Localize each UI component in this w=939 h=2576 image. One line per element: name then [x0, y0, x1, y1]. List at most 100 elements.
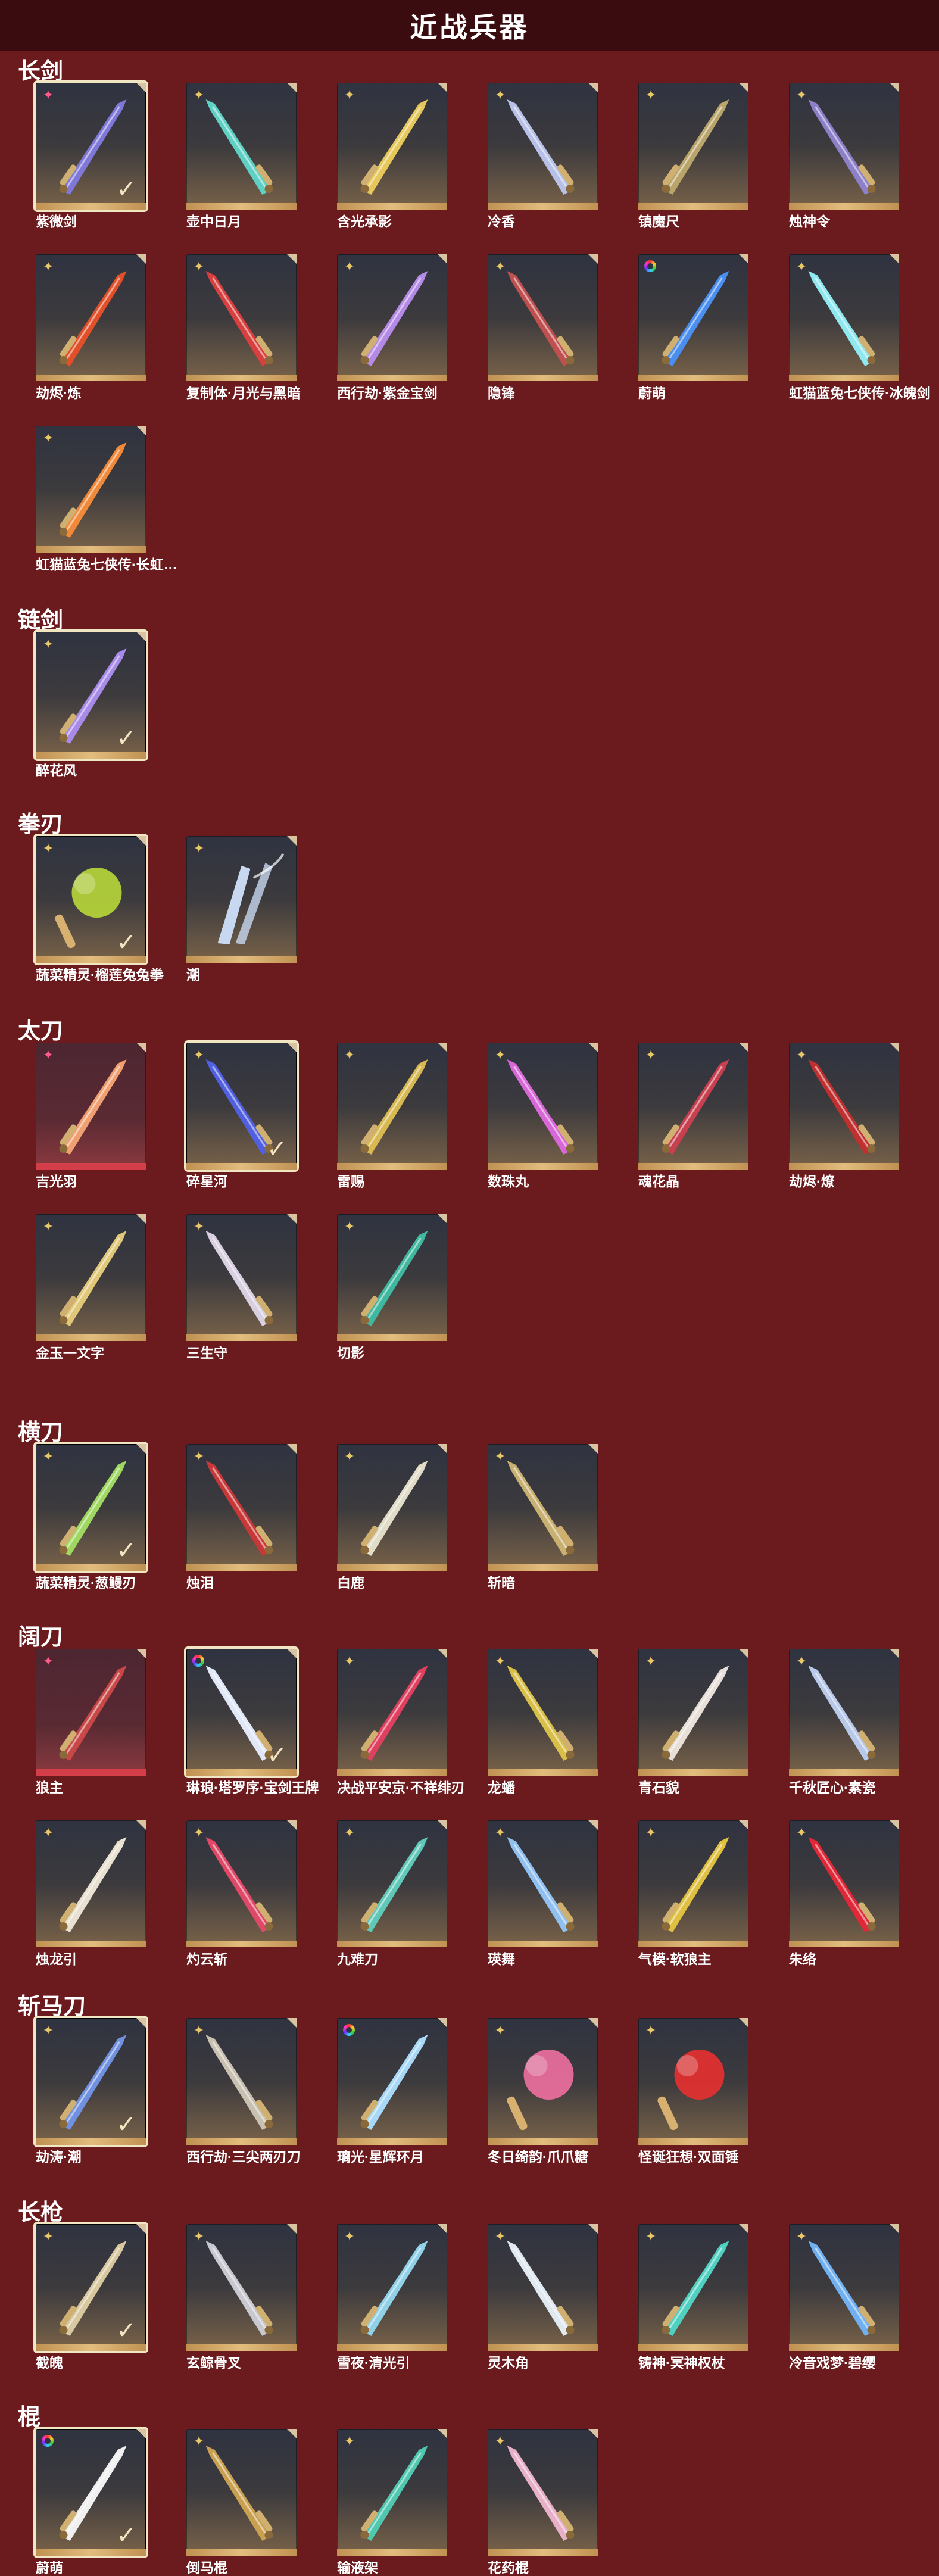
weapon-card[interactable]: ✦ [789, 1820, 899, 1947]
weapon-card[interactable]: ✦ [186, 1444, 297, 1571]
weapon-card[interactable]: ✦ [36, 1214, 146, 1341]
weapon-item[interactable]: ✦ 隐锋 [488, 254, 604, 401]
weapon-item[interactable]: ✦ 含光承影 [337, 83, 453, 230]
weapon-item[interactable]: ✦ 镇魔尺 [638, 83, 754, 230]
weapon-item[interactable]: ✦ 铸神·冥神权杖 [638, 2224, 754, 2371]
weapon-item[interactable]: ✦ 吉光羽 [36, 1043, 152, 1190]
weapon-item[interactable]: 蔚萌 [638, 254, 754, 401]
weapon-item[interactable]: ✦ 数珠丸 [488, 1043, 604, 1190]
weapon-card[interactable]: ✦ [638, 1820, 748, 1947]
weapon-card[interactable]: ✦ [337, 1649, 447, 1776]
weapon-card[interactable]: ✦ [186, 836, 297, 963]
weapon-card[interactable]: ✦ [638, 2224, 748, 2351]
weapon-item[interactable]: ✦ 怪诞狂想·双面锤 [638, 2018, 754, 2165]
weapon-card[interactable]: ✦ ✓ [36, 83, 146, 210]
weapon-item[interactable]: ✦ 瑛舞 [488, 1820, 604, 1967]
weapon-card[interactable]: ✦ [337, 1820, 447, 1947]
weapon-item[interactable]: ✦ 千秋匠心·素瓷 [789, 1649, 905, 1796]
weapon-item[interactable]: ✦ 决战平安京·不祥绯刃 [337, 1649, 465, 1796]
weapon-card[interactable]: ✦ [186, 1214, 297, 1341]
weapon-card[interactable]: ✦ [36, 254, 146, 381]
weapon-item[interactable]: ✦ 潮 [186, 836, 302, 983]
weapon-card[interactable]: ✦ [186, 2429, 297, 2556]
weapon-item[interactable]: ✦ 烛泪 [186, 1444, 302, 1591]
weapon-card[interactable]: ✦ [488, 2429, 598, 2556]
weapon-item[interactable]: ✦ 烛龙引 [36, 1820, 152, 1967]
weapon-card[interactable]: ✦ [36, 1820, 146, 1947]
weapon-item[interactable]: 璃光·星辉环月 [337, 2018, 453, 2165]
weapon-card[interactable]: ✦ [337, 83, 447, 210]
weapon-card[interactable] [337, 2018, 447, 2145]
weapon-item[interactable]: ✦ 西行劫·三尖两刃刀 [186, 2018, 302, 2165]
weapon-item[interactable]: ✦ 狼主 [36, 1649, 152, 1796]
weapon-card[interactable]: ✦ ✓ [186, 1043, 297, 1170]
weapon-card[interactable]: ✦ [638, 2018, 748, 2145]
weapon-item[interactable]: ✦ 虹猫蓝兔七侠传·冰魄剑 [789, 254, 931, 401]
weapon-item[interactable]: ✦ 金玉一文字 [36, 1214, 152, 1361]
weapon-item[interactable]: ✦ 冷音戏梦·碧缨 [789, 2224, 905, 2371]
weapon-item[interactable]: ✦ 雪夜·清光引 [337, 2224, 453, 2371]
weapon-card[interactable]: ✦ ✓ [36, 632, 146, 759]
weapon-card[interactable]: ✦ [36, 1649, 146, 1776]
weapon-card[interactable]: ✦ [337, 254, 447, 381]
weapon-card[interactable]: ✦ ✓ [36, 2224, 146, 2351]
weapon-card[interactable]: ✦ [337, 1214, 447, 1341]
weapon-item[interactable]: ✦ ✓ 醉花风 [36, 632, 152, 779]
weapon-item[interactable]: ✦ ✓ 截魄 [36, 2224, 152, 2371]
weapon-card[interactable]: ✦ [186, 2224, 297, 2351]
weapon-item[interactable]: ✦ 气模·软狼主 [638, 1820, 754, 1967]
weapon-card[interactable]: ✦ [488, 254, 598, 381]
weapon-card[interactable]: ✦ [638, 1649, 748, 1776]
weapon-card[interactable] [638, 254, 748, 381]
weapon-card[interactable]: ✦ [789, 83, 899, 210]
weapon-item[interactable]: ✦ 虹猫蓝兔七侠传·长虹… [36, 426, 177, 573]
weapon-item[interactable]: ✦ 灼云斩 [186, 1820, 302, 1967]
weapon-card[interactable]: ✦ [789, 254, 899, 381]
weapon-item[interactable]: ✦ 烛神令 [789, 83, 905, 230]
weapon-item[interactable]: ✦ 青石貌 [638, 1649, 754, 1796]
weapon-item[interactable]: ✦ 玄鲸骨叉 [186, 2224, 302, 2371]
weapon-item[interactable]: ✦ 花药棍 [488, 2429, 604, 2576]
weapon-item[interactable]: ✦ ✓ 蔬菜精灵·葱鳗刃 [36, 1444, 152, 1591]
weapon-item[interactable]: ✦ 切影 [337, 1214, 453, 1361]
weapon-card[interactable]: ✦ [337, 1043, 447, 1170]
weapon-card[interactable]: ✦ [488, 2224, 598, 2351]
weapon-item[interactable]: ✦ 雷赐 [337, 1043, 453, 1190]
weapon-item[interactable]: ✦ 劫烬·炼 [36, 254, 152, 401]
weapon-item[interactable]: ✦ 壶中日月 [186, 83, 302, 230]
weapon-card[interactable]: ✦ [36, 426, 146, 553]
weapon-card[interactable]: ✦ [789, 2224, 899, 2351]
weapon-item[interactable]: ✦ 西行劫·紫金宝剑 [337, 254, 453, 401]
weapon-card[interactable]: ✦ ✓ [36, 2018, 146, 2145]
weapon-card[interactable]: ✦ [337, 2224, 447, 2351]
weapon-item[interactable]: ✦ ✓ 劫涛·潮 [36, 2018, 152, 2165]
weapon-card[interactable]: ✦ [186, 1820, 297, 1947]
weapon-card[interactable]: ✦ [638, 83, 748, 210]
weapon-item[interactable]: ✦ 斩暗 [488, 1444, 604, 1591]
weapon-card[interactable]: ✦ [488, 83, 598, 210]
weapon-item[interactable]: ✦ 劫烬·燎 [789, 1043, 905, 1190]
weapon-item[interactable]: ✦ 三生守 [186, 1214, 302, 1361]
weapon-card[interactable]: ✦ [186, 83, 297, 210]
weapon-item[interactable]: ✦ 龙蟠 [488, 1649, 604, 1796]
weapon-item[interactable]: ✦ 灵木角 [488, 2224, 604, 2371]
weapon-card[interactable]: ✦ [488, 1043, 598, 1170]
weapon-item[interactable]: ✦ 魂花晶 [638, 1043, 754, 1190]
weapon-card[interactable]: ✦ [337, 1444, 447, 1571]
weapon-item[interactable]: ✦ 九难刀 [337, 1820, 453, 1967]
weapon-card[interactable]: ✓ [36, 2429, 146, 2556]
weapon-item[interactable]: ✓ 蔚萌 [36, 2429, 152, 2576]
weapon-card[interactable]: ✦ [488, 1649, 598, 1776]
weapon-card[interactable]: ✦ [488, 1444, 598, 1571]
weapon-item[interactable]: ✦ 朱络 [789, 1820, 905, 1967]
weapon-item[interactable]: ✦ 冷香 [488, 83, 604, 230]
weapon-item[interactable]: ✦ 倒马棍 [186, 2429, 302, 2576]
weapon-card[interactable]: ✦ [36, 1043, 146, 1170]
weapon-card[interactable]: ✦ ✓ [36, 836, 146, 963]
weapon-item[interactable]: ✦ 冬日绮韵·爪爪糖 [488, 2018, 604, 2165]
weapon-item[interactable]: ✦ 复制体·月光与黑暗 [186, 254, 302, 401]
weapon-item[interactable]: ✓ 琳琅·塔罗序·宝剑王牌 [186, 1649, 319, 1796]
weapon-card[interactable]: ✦ [488, 2018, 598, 2145]
weapon-card[interactable]: ✦ [186, 2018, 297, 2145]
weapon-item[interactable]: ✦ ✓ 碎星河 [186, 1043, 302, 1190]
